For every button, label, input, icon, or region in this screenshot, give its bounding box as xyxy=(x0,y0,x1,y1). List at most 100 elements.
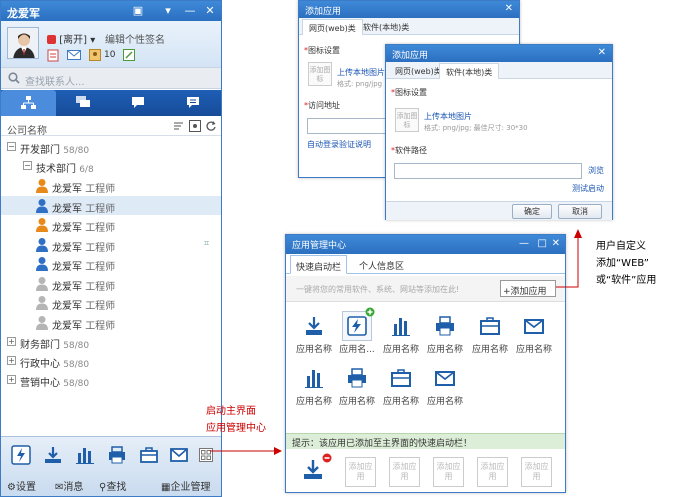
close-icon[interactable]: ✕ xyxy=(598,47,606,58)
app-item[interactable]: 应用名称 xyxy=(337,367,377,412)
app-item[interactable]: 应用名称 xyxy=(294,367,334,412)
maximize-button[interactable]: □ xyxy=(538,238,547,249)
minimize-button[interactable]: — xyxy=(519,238,529,249)
bar-chart-icon[interactable] xyxy=(75,445,95,465)
expand-icon[interactable]: + xyxy=(7,375,16,384)
test-launch-link[interactable]: 测试启动 xyxy=(572,183,604,194)
contact-row[interactable]: 龙爱军 工程师 xyxy=(1,215,221,234)
cancel-button[interactable]: 取消 xyxy=(558,204,602,219)
dialog-titlebar[interactable]: 添加应用 ✕ xyxy=(386,45,612,62)
contact-name: 龙爱军 xyxy=(52,320,82,332)
app-item[interactable]: 应用名称 xyxy=(381,315,421,360)
app-item[interactable]: 应用名称 xyxy=(294,315,334,360)
url-input[interactable] xyxy=(307,118,387,134)
avatar[interactable] xyxy=(7,27,39,59)
collapse-icon[interactable]: − xyxy=(23,161,32,170)
tab-personal-info[interactable]: 个人信息区 xyxy=(354,255,409,274)
empty-slot[interactable]: 添加应用 xyxy=(433,457,464,487)
dialog-titlebar[interactable]: 添加应用 ✕ xyxy=(299,1,519,18)
app-item[interactable]: 应用名称 xyxy=(514,315,554,360)
ok-button[interactable]: 确定 xyxy=(512,204,552,219)
group-row[interactable]: + 行政中心 58/80 xyxy=(1,352,221,371)
annotation-left: 启动主界面 应用管理中心 xyxy=(206,403,266,437)
signature-field[interactable]: 编辑个性签名 xyxy=(105,31,165,46)
minimize-button[interactable]: — xyxy=(183,4,197,18)
device-icon[interactable]: ⌗ xyxy=(204,239,209,249)
settings-button[interactable]: ⚙设置 xyxy=(7,478,36,493)
find-button[interactable]: ⚲查找 xyxy=(99,478,126,493)
close-button[interactable]: ✕ xyxy=(203,4,217,18)
contact-row[interactable]: 龙爱军 工程师 ⌗ xyxy=(1,235,221,254)
app-item[interactable]: 应用名称 xyxy=(470,315,510,360)
add-app-hint: 一键将您的常用软件、系统、网站等添加在此! xyxy=(296,285,460,294)
im-titlebar[interactable]: 龙爱军 ▣ ▾ — ✕ xyxy=(1,1,221,21)
app-item[interactable]: 应用名称 xyxy=(381,367,421,412)
app-item[interactable]: 应用名... xyxy=(337,307,377,360)
browse-link[interactable]: 浏览 xyxy=(588,165,604,176)
add-app-button[interactable]: +添加应用 xyxy=(500,280,556,297)
upload-image-link[interactable]: 上传本地图片 xyxy=(337,67,385,78)
group-row[interactable]: − 开发部门 58/80 xyxy=(1,138,221,157)
group-row[interactable]: − 技术部门 6/8 xyxy=(1,157,221,176)
contact-title: 工程师 xyxy=(85,301,116,312)
dialog-titlebar[interactable]: 应用管理中心 — □ ✕ xyxy=(286,235,565,254)
lightning-icon[interactable] xyxy=(11,445,31,465)
contact-search[interactable]: 查找联系人... xyxy=(1,67,221,89)
download-icon[interactable] xyxy=(43,445,63,465)
quick-slot-filled[interactable] xyxy=(300,453,332,483)
print-icon[interactable] xyxy=(107,445,127,465)
tab-messages[interactable] xyxy=(166,90,221,116)
collapse-icon[interactable]: − xyxy=(7,142,16,151)
empty-slot[interactable]: 添加应用 xyxy=(389,457,420,487)
enterprise-button[interactable]: ▦企业管理 xyxy=(161,478,210,493)
remove-icon[interactable] xyxy=(322,453,332,463)
expand-icon[interactable]: + xyxy=(7,356,16,365)
upload-hint: 格式: png/jpg; 最佳尺寸: 30*30 xyxy=(424,124,528,132)
tab-groups[interactable] xyxy=(56,90,111,116)
profile-panel: [离开] ▾ 编辑个性签名 10 xyxy=(1,21,221,67)
sort-icon[interactable] xyxy=(173,121,184,132)
contact-row[interactable]: 龙爱军 工程师 xyxy=(1,195,221,215)
contact-row[interactable]: 龙爱军 工程师 xyxy=(1,274,221,293)
locate-icon[interactable] xyxy=(189,120,201,132)
settings-label: 设置 xyxy=(15,482,36,493)
app-item[interactable]: 应用名称 xyxy=(425,315,465,360)
contact-row[interactable]: 龙爱军 工程师 xyxy=(1,176,221,195)
path-input[interactable] xyxy=(394,163,582,179)
tab-software[interactable]: 软件(本地)类 xyxy=(357,19,415,35)
mail-icon[interactable] xyxy=(169,445,189,465)
empty-slot[interactable]: 添加应用 xyxy=(521,457,552,487)
briefcase-icon[interactable] xyxy=(139,445,159,465)
icon-upload-box[interactable]: 添加图标 xyxy=(308,62,332,86)
tab-software[interactable]: 软件(本地)类 xyxy=(439,63,500,79)
app-item[interactable]: 应用名称 xyxy=(425,367,465,412)
refresh-icon[interactable] xyxy=(205,120,217,132)
note-icon[interactable] xyxy=(47,49,59,62)
contact-row[interactable]: 龙爱军 工程师 xyxy=(1,293,221,312)
arrow-to-app-center xyxy=(210,447,282,455)
tab-web[interactable]: 网页(web)类 xyxy=(302,19,363,35)
auto-login-link[interactable]: 自动登录验证说明 xyxy=(307,139,371,150)
group-row[interactable]: + 营销中心 58/80 xyxy=(1,371,221,390)
empty-slot[interactable]: 添加应用 xyxy=(477,457,508,487)
status-dropdown[interactable]: [离开] ▾ xyxy=(47,31,95,46)
contact-row[interactable]: 龙爱军 工程师 xyxy=(1,313,221,332)
close-icon[interactable]: ✕ xyxy=(505,3,513,14)
tab-organization[interactable] xyxy=(1,90,56,116)
upload-image-link[interactable]: 上传本地图片 xyxy=(424,111,472,122)
menu-icon[interactable]: ▾ xyxy=(161,4,175,18)
edit-icon[interactable] xyxy=(123,49,135,61)
group-row[interactable]: + 财务部门 58/80 xyxy=(1,333,221,352)
contact-name: 龙爱军 xyxy=(52,184,82,195)
search-input[interactable]: 查找联系人... xyxy=(25,73,85,88)
messages-button[interactable]: ✉消息 xyxy=(55,478,83,493)
tab-quick-launch[interactable]: 快速启动栏 xyxy=(290,255,348,274)
tab-chat[interactable] xyxy=(111,90,166,116)
expand-icon[interactable]: + xyxy=(7,337,16,346)
empty-slot[interactable]: 添加应用 xyxy=(345,457,376,487)
contact-row[interactable]: 龙爱军 工程师 xyxy=(1,254,221,273)
skin-icon[interactable]: ▣ xyxy=(131,4,145,18)
contacts-icon[interactable] xyxy=(89,49,101,61)
mail-icon[interactable] xyxy=(67,49,81,61)
icon-upload-box[interactable]: 添加图标 xyxy=(395,108,419,132)
